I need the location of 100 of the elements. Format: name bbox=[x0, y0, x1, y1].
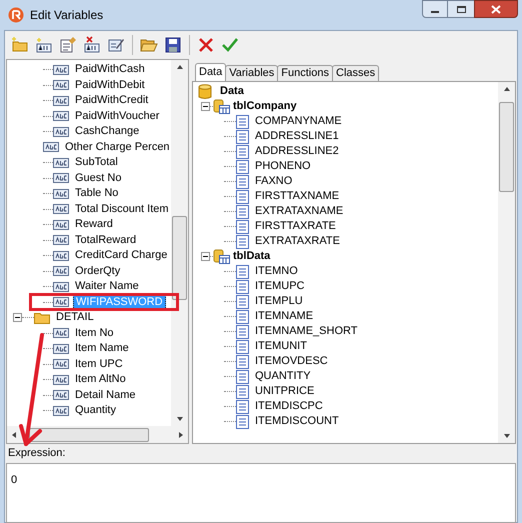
variable-icon bbox=[53, 359, 69, 370]
field-icon bbox=[236, 400, 249, 414]
field-item[interactable]: ITEMPLU bbox=[255, 295, 303, 308]
variable-icon bbox=[53, 328, 69, 338]
field-icon bbox=[236, 324, 249, 338]
variable-icon bbox=[53, 96, 69, 106]
field-item[interactable]: EXTRATAXRATE bbox=[255, 235, 340, 248]
scroll-down-icon[interactable] bbox=[176, 416, 184, 422]
variable-icon bbox=[53, 158, 69, 168]
variable-icon bbox=[53, 188, 69, 199]
variable-item[interactable]: CreditCard Charge bbox=[73, 249, 170, 262]
scrollbar-thumb[interactable] bbox=[29, 428, 149, 442]
scroll-left-icon[interactable] bbox=[11, 430, 17, 438]
field-item[interactable]: PHONENO bbox=[255, 160, 311, 173]
table-item[interactable]: tblData bbox=[233, 250, 270, 263]
collapse-toggle[interactable] bbox=[201, 252, 210, 261]
field-item[interactable]: ITEMOVDESC bbox=[255, 355, 328, 368]
field-icon bbox=[236, 280, 249, 294]
close-icon bbox=[491, 4, 501, 14]
field-item[interactable]: ADDRESSLINE2 bbox=[255, 145, 339, 158]
variable-item[interactable]: Guest No bbox=[73, 172, 124, 185]
field-item[interactable]: ADDRESSLINE1 bbox=[255, 130, 339, 143]
database-icon bbox=[198, 84, 212, 100]
variable-item[interactable]: SubTotal bbox=[73, 156, 120, 170]
variable-item[interactable]: PaidWithVoucher bbox=[73, 110, 162, 123]
field-item[interactable]: ITEMDISCOUNT bbox=[255, 415, 339, 428]
close-button[interactable] bbox=[474, 0, 518, 18]
expression-label: Expression: bbox=[8, 447, 66, 461]
variable-icon bbox=[53, 344, 69, 354]
variable-item[interactable]: PaidWithCash bbox=[73, 63, 147, 76]
maximize-button[interactable] bbox=[448, 0, 474, 18]
scroll-up-icon[interactable] bbox=[176, 64, 184, 70]
vertical-scrollbar[interactable] bbox=[171, 60, 188, 426]
window-title: Edit Variables bbox=[30, 8, 104, 22]
variable-icon bbox=[53, 282, 69, 292]
variable-icon bbox=[53, 126, 69, 137]
variable-icon bbox=[53, 80, 69, 90]
table-item[interactable]: tblCompany bbox=[233, 100, 297, 113]
scrollbar-thumb[interactable] bbox=[499, 102, 514, 192]
variable-item[interactable]: Quantity bbox=[73, 404, 118, 418]
scroll-up-icon[interactable] bbox=[502, 86, 510, 92]
field-icon bbox=[236, 160, 249, 174]
scroll-down-icon[interactable] bbox=[502, 433, 510, 439]
variable-item[interactable]: Item UPC bbox=[73, 358, 125, 371]
scrollbar-thumb[interactable] bbox=[172, 216, 187, 300]
field-item[interactable]: ITEMDISCPC bbox=[255, 400, 323, 413]
table-icon bbox=[213, 98, 231, 114]
tab[interactable]: Data bbox=[195, 63, 226, 81]
field-item[interactable]: UNITPRICE bbox=[255, 385, 314, 398]
variable-icon bbox=[53, 406, 69, 416]
variable-icon bbox=[53, 173, 69, 184]
field-icon bbox=[236, 354, 249, 368]
field-icon bbox=[236, 114, 249, 128]
variable-item[interactable]: PaidWithDebit bbox=[73, 78, 147, 92]
collapse-toggle[interactable] bbox=[201, 102, 210, 111]
field-item[interactable]: EXTRATAXNAME bbox=[255, 205, 344, 218]
scroll-right-icon[interactable] bbox=[178, 430, 184, 438]
variable-item[interactable]: Detail Name bbox=[73, 388, 138, 402]
collapse-toggle[interactable] bbox=[13, 313, 22, 322]
variable-item[interactable]: Item No bbox=[73, 326, 116, 340]
field-item[interactable]: QUANTITY bbox=[255, 370, 311, 383]
minimize-button[interactable] bbox=[422, 0, 448, 18]
variable-item[interactable]: OrderQty bbox=[73, 264, 122, 278]
field-icon bbox=[236, 340, 249, 354]
field-icon bbox=[236, 204, 249, 218]
field-item[interactable]: ITEMUNIT bbox=[255, 340, 307, 353]
tab[interactable]: Variables bbox=[225, 65, 278, 81]
folder-item[interactable]: DETAIL bbox=[54, 311, 96, 324]
variable-item[interactable]: Reward bbox=[73, 218, 115, 232]
table-icon bbox=[213, 248, 231, 264]
field-item[interactable]: FAXNO bbox=[255, 175, 292, 188]
variable-item[interactable]: TotalReward bbox=[73, 234, 138, 247]
field-item[interactable]: FIRSTTAXRATE bbox=[255, 220, 336, 233]
expression-field[interactable]: 0 bbox=[6, 463, 516, 523]
variable-item[interactable]: Item Name bbox=[73, 342, 131, 356]
field-item[interactable]: ITEMNO bbox=[255, 265, 298, 278]
field-icon bbox=[236, 264, 249, 278]
variable-icon bbox=[53, 64, 69, 75]
field-icon bbox=[236, 190, 249, 204]
field-icon bbox=[236, 370, 249, 384]
variable-item[interactable]: Other Charge Percen bbox=[63, 140, 171, 154]
horizontal-scrollbar[interactable] bbox=[7, 426, 188, 443]
variable-item[interactable]: Item AltNo bbox=[73, 373, 128, 386]
field-item[interactable]: ITEMNAME bbox=[255, 310, 314, 323]
tab[interactable]: Classes bbox=[332, 65, 380, 81]
tab[interactable]: Functions bbox=[277, 65, 333, 81]
field-item[interactable]: ITEMUPC bbox=[255, 280, 304, 293]
variable-item[interactable]: Total Discount Item bbox=[73, 202, 171, 216]
field-icon bbox=[236, 234, 249, 248]
variable-item[interactable]: Waiter Name bbox=[73, 280, 141, 294]
variable-item[interactable]: CashChange bbox=[73, 125, 142, 138]
tree-root[interactable]: Data bbox=[220, 85, 244, 98]
variable-item[interactable]: Table No bbox=[73, 187, 120, 200]
vertical-scrollbar[interactable] bbox=[498, 82, 515, 443]
field-icon bbox=[236, 174, 249, 188]
field-item[interactable]: COMPANYNAME bbox=[255, 115, 342, 128]
app-logo-icon bbox=[8, 7, 24, 23]
field-item[interactable]: FIRSTTAXNAME bbox=[255, 190, 340, 203]
variable-item[interactable]: PaidWithCredit bbox=[73, 94, 150, 108]
field-item[interactable]: ITEMNAME_SHORT bbox=[255, 325, 358, 338]
